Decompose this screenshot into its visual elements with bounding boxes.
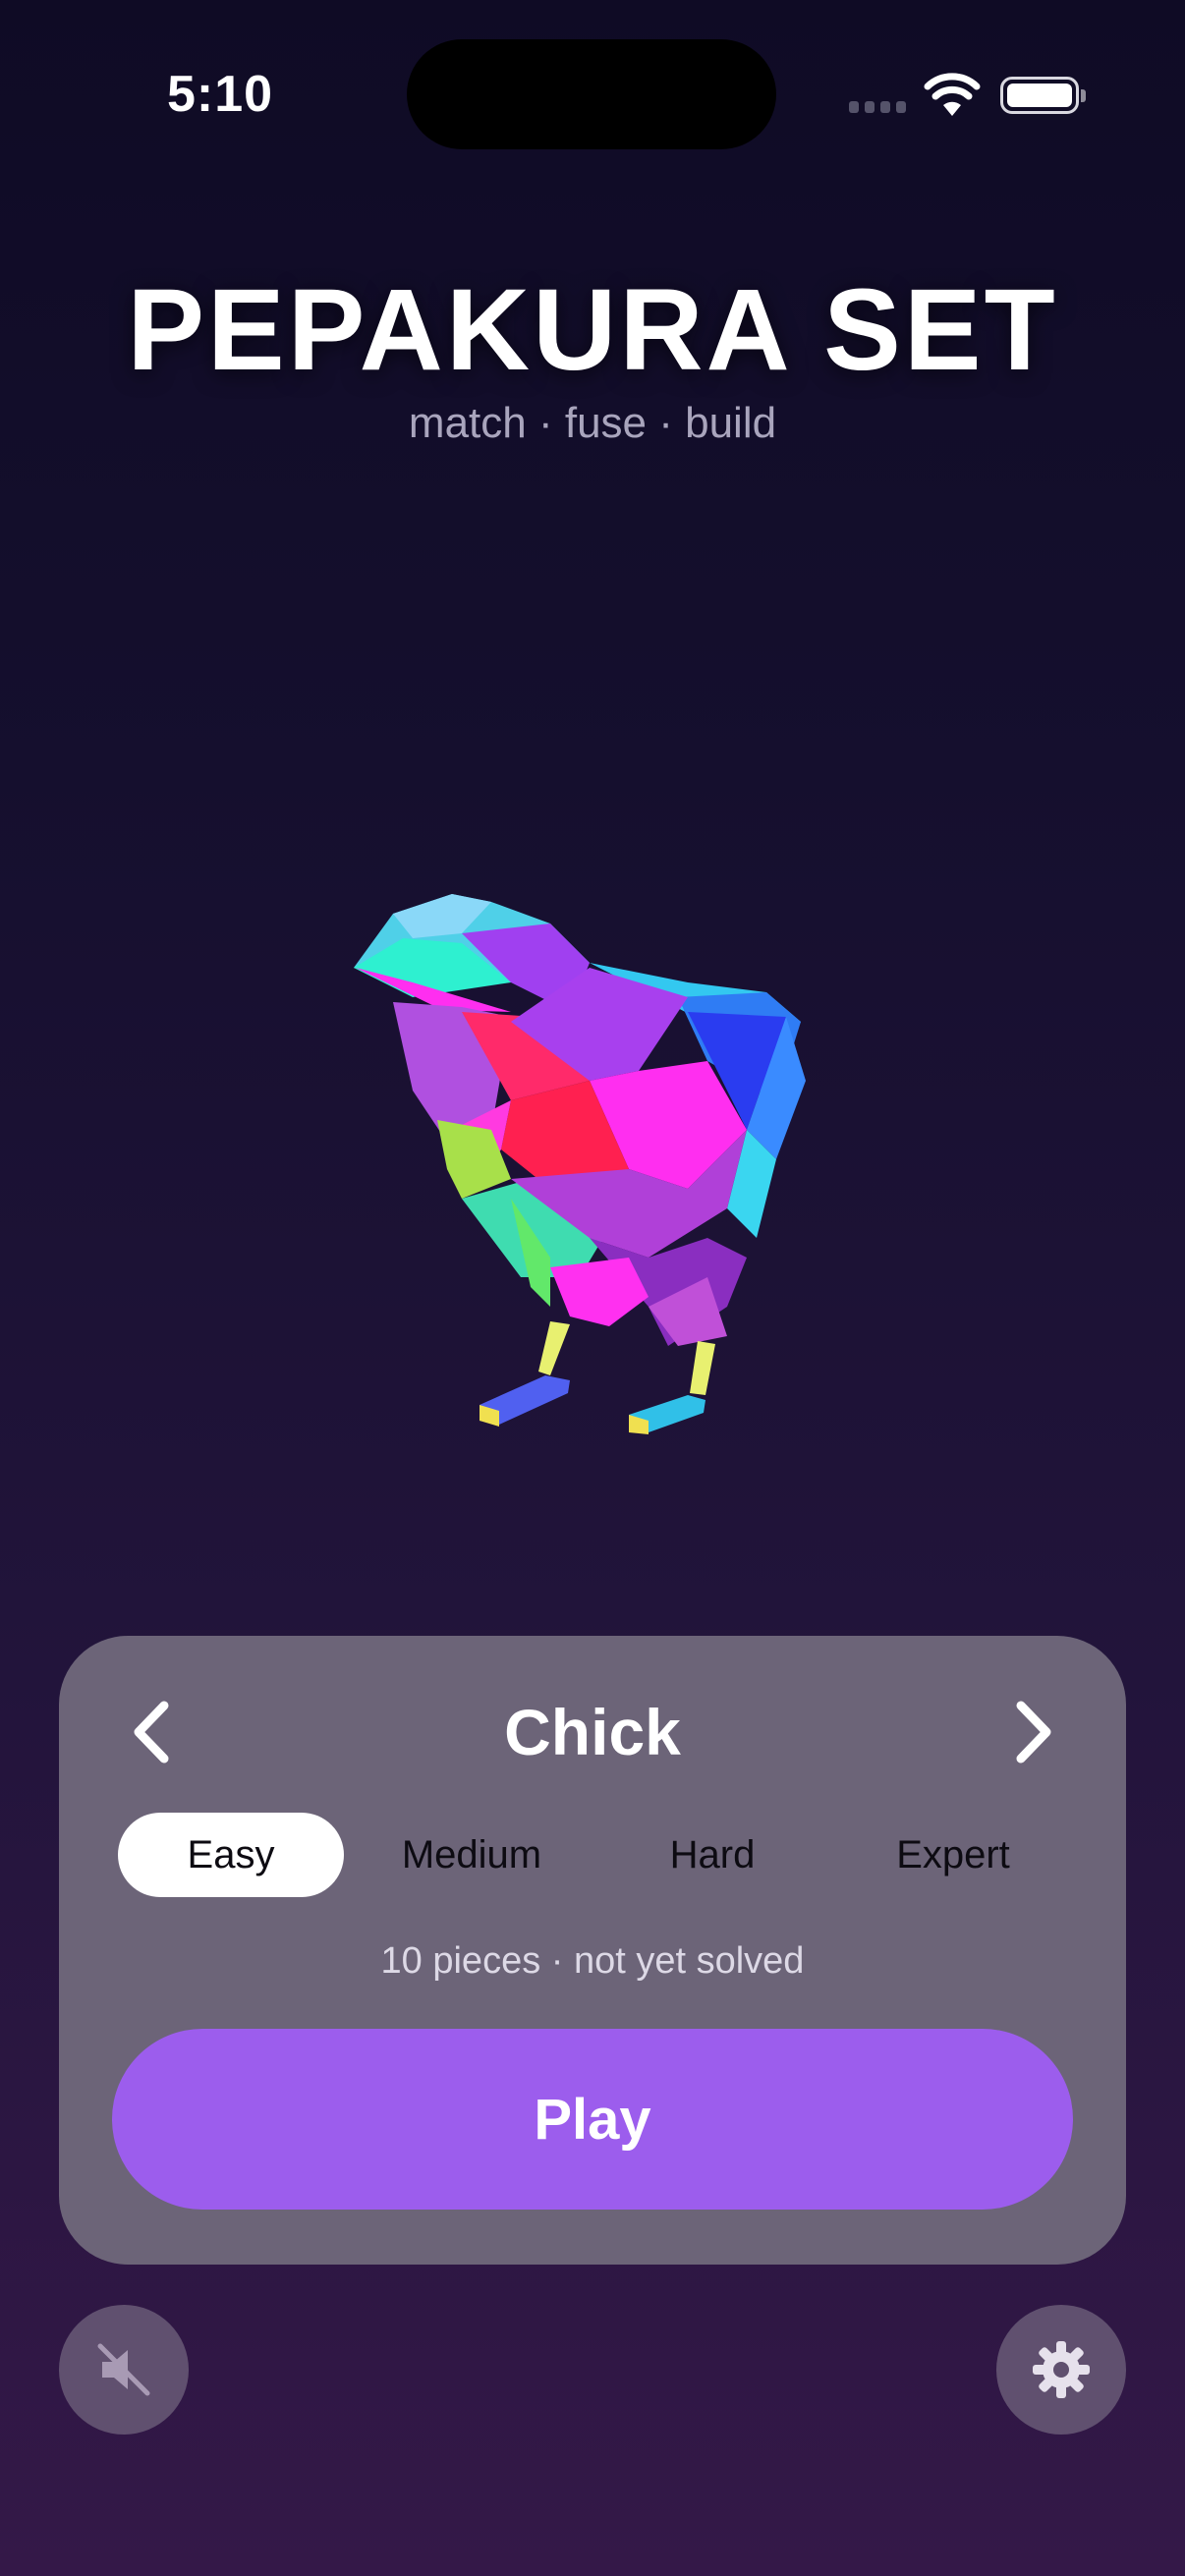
next-model-button[interactable] — [995, 1693, 1074, 1771]
speaker-muted-icon — [97, 2343, 150, 2396]
difficulty-easy[interactable]: Easy — [118, 1813, 344, 1897]
chevron-right-icon — [1016, 1701, 1051, 1764]
battery-icon — [1000, 77, 1086, 114]
difficulty-selector: Easy Medium Hard Expert — [118, 1813, 1067, 1897]
previous-model-button[interactable] — [111, 1693, 190, 1771]
wifi-icon — [924, 73, 981, 116]
model-info: 10 pieces · not yet solved — [380, 1940, 805, 1982]
app-subtitle: match · fuse · build — [408, 399, 777, 447]
dynamic-island — [407, 39, 776, 149]
play-button[interactable]: Play — [112, 2029, 1073, 2210]
difficulty-expert[interactable]: Expert — [840, 1813, 1066, 1897]
difficulty-hard[interactable]: Hard — [599, 1813, 825, 1897]
settings-button[interactable] — [996, 2305, 1126, 2435]
app-title: PEPAKURA SET — [127, 265, 1058, 395]
chevron-left-icon — [134, 1701, 169, 1764]
chick-model-icon — [354, 894, 806, 1434]
cellular-signal-icon — [849, 101, 908, 113]
model-selector-panel: Chick Easy Medium Hard Expert 10 pieces … — [59, 1636, 1126, 2265]
mute-button[interactable] — [59, 2305, 189, 2435]
model-preview[interactable] — [334, 874, 825, 1444]
model-name: Chick — [504, 1696, 681, 1768]
difficulty-medium[interactable]: Medium — [359, 1813, 585, 1897]
status-time: 5:10 — [167, 66, 274, 123]
gear-icon — [1033, 2341, 1090, 2398]
